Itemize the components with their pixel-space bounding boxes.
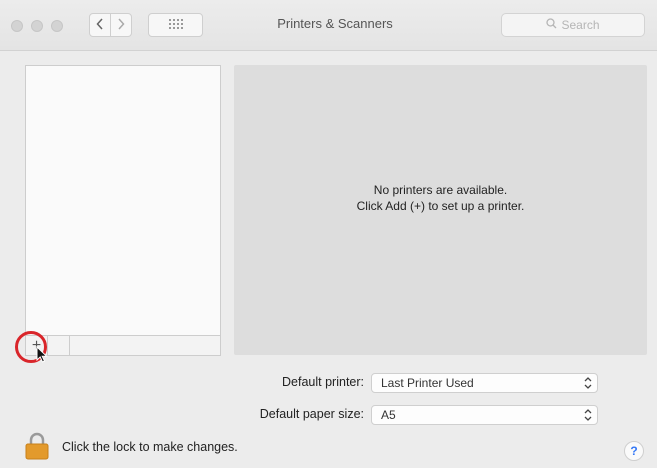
default-printer-label: Default printer:	[282, 375, 364, 389]
show-all-button[interactable]	[148, 13, 203, 37]
window-title: Printers & Scanners	[277, 16, 393, 31]
forward-button[interactable]	[110, 13, 132, 37]
printer-list-toolbar: +	[25, 336, 221, 356]
printer-list[interactable]	[25, 65, 221, 336]
mouse-pointer-icon	[36, 345, 48, 368]
default-printer-value: Last Printer Used	[381, 376, 474, 390]
help-button[interactable]: ?	[624, 441, 644, 461]
search-field[interactable]: Search	[501, 13, 645, 37]
paper-size-select[interactable]: A5	[371, 405, 598, 425]
lock-icon[interactable]	[25, 432, 49, 465]
default-printer-select[interactable]: Last Printer Used	[371, 373, 598, 393]
minimize-window-button[interactable]	[31, 20, 43, 32]
printer-detail-pane: No printers are available. Click Add (+)…	[234, 65, 647, 355]
no-printers-line: No printers are available.	[373, 183, 508, 197]
search-placeholder: Search	[561, 18, 600, 32]
title-bar: Printers & Scanners Search	[0, 0, 657, 51]
no-printers-message: No printers are available. Click Add (+)…	[234, 182, 647, 214]
paper-size-value: A5	[381, 408, 396, 422]
zoom-window-button[interactable]	[51, 20, 63, 32]
add-printer-hint: Click Add (+) to set up a printer.	[356, 199, 525, 213]
updown-chevron-icon	[584, 374, 592, 391]
chevron-left-icon	[96, 17, 104, 34]
chevron-right-icon	[117, 17, 125, 34]
search-icon	[546, 18, 557, 32]
lock-message: Click the lock to make changes.	[62, 440, 238, 454]
back-button[interactable]	[89, 13, 111, 37]
remove-printer-button[interactable]	[48, 336, 70, 355]
question-mark-icon: ?	[630, 444, 638, 458]
paper-size-label: Default paper size:	[259, 407, 364, 421]
updown-chevron-icon	[584, 406, 592, 423]
grid-icon	[168, 16, 183, 34]
close-window-button[interactable]	[11, 20, 23, 32]
